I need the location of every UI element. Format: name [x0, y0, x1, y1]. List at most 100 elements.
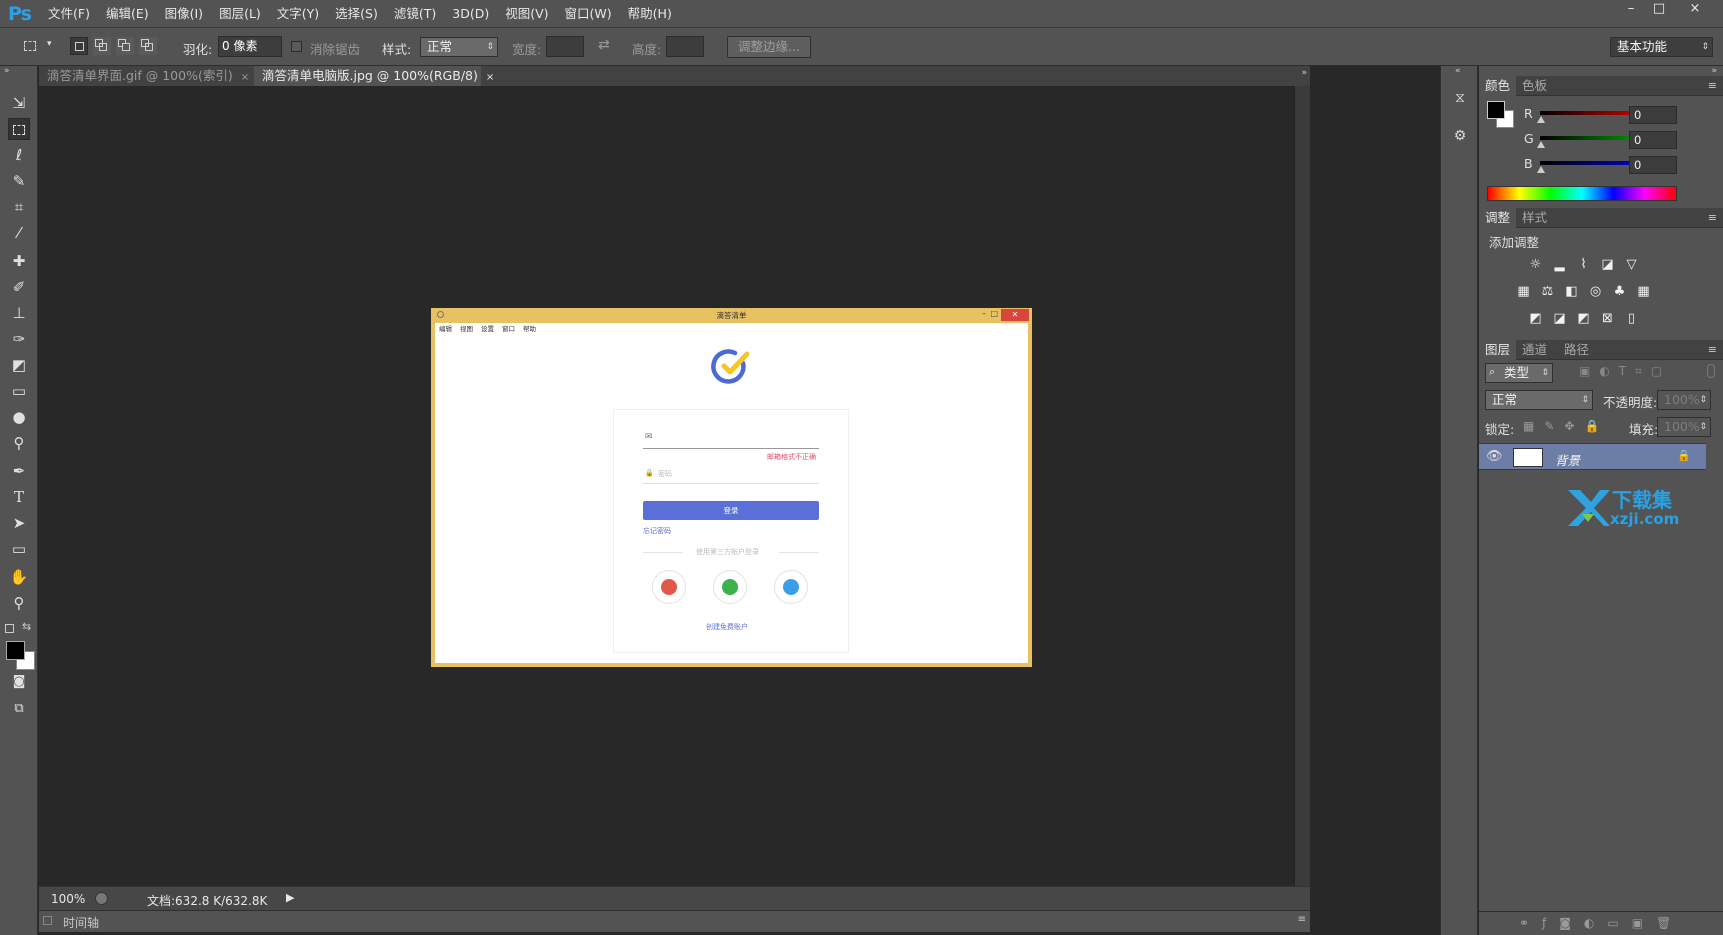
color-balance-icon[interactable]: ⚖	[1539, 284, 1556, 299]
swap-dimensions-icon[interactable]: ⇄	[598, 37, 610, 53]
menu-filter[interactable]: 滤镜(T)	[386, 0, 444, 28]
menu-layer[interactable]: 图层(L)	[211, 0, 269, 28]
vertical-scrollbar[interactable]	[1294, 86, 1310, 886]
eraser-tool-icon[interactable]: ◩	[8, 354, 30, 376]
marquee-preset-icon[interactable]	[22, 38, 40, 56]
style-select[interactable]: 正常	[420, 37, 498, 57]
black-white-icon[interactable]: ◧	[1563, 284, 1580, 299]
menu-help[interactable]: 帮助(H)	[620, 0, 680, 28]
menu-3d[interactable]: 3D(D)	[444, 0, 497, 28]
close-tab-icon[interactable]: ×	[241, 72, 249, 83]
share-icon[interactable]	[95, 892, 108, 905]
tab-swatches[interactable]: 色板	[1516, 76, 1553, 96]
add-selection-icon[interactable]	[93, 37, 111, 55]
layer-name[interactable]: 背景	[1555, 450, 1580, 469]
maximize-button[interactable]: □	[1646, 1, 1672, 17]
channel-g-thumb[interactable]	[1537, 141, 1545, 148]
invert-icon[interactable]: ◩	[1527, 311, 1544, 326]
rectangle-tool-icon[interactable]: ▭	[8, 538, 30, 560]
tab-styles[interactable]: 样式	[1516, 208, 1553, 228]
expand-panels-icon[interactable]: «	[1455, 66, 1461, 76]
zoom-tool-icon[interactable]: ⚲	[8, 592, 30, 614]
close-tab-icon[interactable]: ×	[486, 72, 494, 83]
vibrance-icon[interactable]: ▽	[1623, 257, 1640, 272]
channel-b-value[interactable]: 0	[1629, 156, 1677, 174]
fg-color-swatch-panel[interactable]	[1487, 101, 1505, 119]
fill-input[interactable]: 100%	[1657, 417, 1711, 437]
clone-stamp-tool-icon[interactable]: ⊥	[8, 302, 30, 324]
menu-type[interactable]: 文字(Y)	[269, 0, 327, 28]
opacity-input[interactable]: 100%	[1657, 390, 1711, 410]
subtract-selection-icon[interactable]	[116, 37, 134, 55]
gradient-map-icon[interactable]: ▯	[1623, 311, 1640, 326]
menu-window[interactable]: 窗口(W)	[557, 0, 620, 28]
hand-tool-icon[interactable]: ✋	[8, 566, 30, 588]
menu-view[interactable]: 视图(V)	[497, 0, 556, 28]
blend-mode-select[interactable]: 正常	[1485, 390, 1593, 410]
healing-brush-tool-icon[interactable]: ✚	[8, 250, 30, 272]
channel-r-value[interactable]: 0	[1629, 106, 1677, 124]
refine-edge-button[interactable]: 调整边缘...	[727, 36, 811, 58]
tab-color[interactable]: 颜色	[1479, 76, 1517, 96]
properties-panel-icon[interactable]: ⚙	[1450, 128, 1470, 148]
close-window-button[interactable]: ×	[1682, 1, 1708, 17]
antialias-checkbox[interactable]	[291, 41, 302, 52]
move-tool-icon[interactable]: ⇲	[8, 92, 30, 114]
tab-paths[interactable]: 路径	[1558, 340, 1595, 360]
doc-tab-active[interactable]: 滴答清单电脑版.jpg @ 100%(RGB/8) ×	[254, 66, 494, 86]
brush-tool-icon[interactable]: ✐	[8, 276, 30, 298]
swap-colors-icon[interactable]: ⇆	[22, 620, 31, 633]
zoom-level[interactable]: 100%	[51, 892, 85, 906]
exposure-icon[interactable]: ◪	[1599, 257, 1616, 272]
threshold-icon[interactable]: ◩	[1575, 311, 1592, 326]
tab-layers[interactable]: 图层	[1479, 340, 1517, 360]
panel-menu-icon[interactable]: ≡	[1708, 343, 1717, 356]
collapse-right-panels-icon[interactable]: »	[1711, 66, 1717, 76]
intersect-selection-icon[interactable]	[139, 37, 157, 55]
crop-tool-icon[interactable]: ⌗	[8, 196, 30, 218]
doc-tab-inactive[interactable]: 滴答清单界面.gif @ 100%(索引) ×	[39, 66, 252, 86]
tab-adjustments[interactable]: 调整	[1479, 208, 1517, 228]
history-panel-icon[interactable]: ⧖	[1450, 90, 1470, 110]
photo-filter-icon[interactable]: ◎	[1587, 284, 1604, 299]
channel-r-thumb[interactable]	[1537, 116, 1545, 123]
menu-select[interactable]: 选择(S)	[327, 0, 386, 28]
color-spectrum-bar[interactable]	[1487, 186, 1677, 201]
rect-marquee-tool-icon[interactable]	[8, 118, 30, 140]
channel-mixer-icon[interactable]: ♣	[1611, 284, 1628, 299]
new-selection-icon[interactable]	[70, 37, 88, 55]
foreground-color-swatch[interactable]	[6, 641, 25, 660]
eyedropper-tool-icon[interactable]: ⁄	[8, 222, 30, 244]
screen-mode-icon[interactable]: ⧉	[8, 698, 30, 720]
gradient-tool-icon[interactable]: ▭	[8, 380, 30, 402]
panel-menu-icon[interactable]: ≡	[1708, 79, 1717, 92]
layer-filter-select[interactable]: 类型	[1485, 363, 1553, 383]
channel-b-thumb[interactable]	[1537, 166, 1545, 173]
timeline-menu-icon[interactable]: ≡	[1298, 914, 1306, 925]
lock-icons[interactable]: ▦✎✥🔒	[1523, 419, 1609, 433]
panel-menu-icon[interactable]: ≡	[1708, 211, 1717, 224]
color-lookup-icon[interactable]: ▦	[1635, 284, 1652, 299]
layer-row[interactable]: 👁 背景 🔒	[1479, 443, 1706, 470]
posterize-icon[interactable]: ◪	[1551, 311, 1568, 326]
levels-icon[interactable]: ▂	[1551, 257, 1568, 272]
blur-tool-icon[interactable]: ●	[8, 406, 30, 428]
curves-icon[interactable]: ⌇	[1575, 257, 1592, 272]
tab-channels[interactable]: 通道	[1516, 340, 1553, 360]
timeline-toggle-icon[interactable]	[43, 916, 52, 925]
collapse-panels-icon[interactable]: »	[1301, 68, 1307, 78]
hue-saturation-icon[interactable]: ▦	[1515, 284, 1532, 299]
feather-input[interactable]: 0 像素	[218, 36, 282, 57]
menu-file[interactable]: 文件(F)	[40, 0, 98, 28]
brightness-icon[interactable]: ☼	[1527, 257, 1544, 272]
preset-dropdown-icon[interactable]: ▾	[47, 39, 52, 49]
pen-tool-icon[interactable]: ✒	[8, 460, 30, 482]
history-brush-tool-icon[interactable]: ✑	[8, 328, 30, 350]
dodge-tool-icon[interactable]: ⚲	[8, 432, 30, 454]
layer-visibility-icon[interactable]: 👁	[1486, 449, 1503, 464]
type-tool-icon[interactable]: T	[8, 486, 30, 508]
quick-mask-icon[interactable]: ◙	[8, 671, 30, 693]
path-select-tool-icon[interactable]: ➤	[8, 512, 30, 534]
quick-select-tool-icon[interactable]: ✎	[8, 170, 30, 192]
menu-edit[interactable]: 编辑(E)	[98, 0, 157, 28]
